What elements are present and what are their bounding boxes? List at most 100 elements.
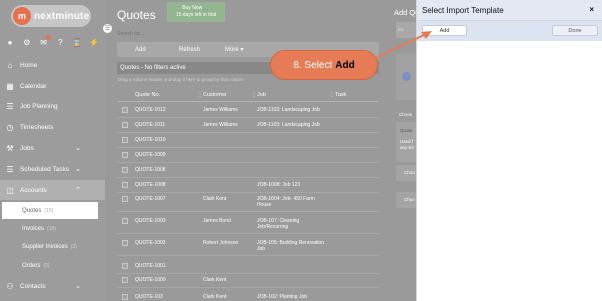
user-icon[interactable]: ● [4, 38, 16, 47]
subitem-label: Orders [22, 262, 41, 269]
row-checkbox[interactable] [122, 240, 128, 246]
dialog-header: Select Import Template × [417, 0, 602, 21]
sidebar-subitem-orders[interactable]: Orders (2) [0, 257, 105, 274]
sidebar-item-scheduled-tasks[interactable]: ☰ Scheduled Tasks ⌄ [0, 159, 105, 179]
table-row[interactable]: QUOTE-1008 [117, 163, 379, 178]
cell-customer: Clark Kent [203, 294, 227, 300]
cell-job-continued: House [257, 202, 272, 208]
table-row[interactable]: QUOTE-1003 James Bond JOB-107: Cleaning Job… [117, 214, 379, 234]
sidebar-subitem-supplier-invoices[interactable]: Supplier Invoices (2) [0, 238, 105, 255]
sidebar-collapse-button[interactable]: ☰ [103, 24, 112, 33]
quote-label: Quote [400, 128, 413, 133]
menu-icon: ☰ [104, 26, 111, 32]
row-checkbox[interactable] [122, 196, 128, 202]
column-header-job[interactable]: Job [257, 92, 266, 98]
main-content: Quotes Buy Now 🛒 15 days left in trial A… [105, 0, 390, 301]
sidebar-item-calendar[interactable]: ▦ Calendar [0, 76, 105, 96]
cell-customer: Clark Kent [203, 196, 227, 202]
app-logo[interactable]: m nextminute [11, 5, 91, 27]
sidebar-item-timesheets[interactable]: ◷ Timesheets [0, 117, 105, 137]
hourglass-icon[interactable]: ⌛ [71, 38, 83, 47]
sidebar-subitem-quotes[interactable]: Quotes (15) [2, 202, 98, 219]
add-quote-panel: Add Qu Ba Choos Quote Used f any Es Choo… [390, 0, 419, 301]
panel-tab-label[interactable]: Ba [398, 27, 404, 33]
buy-now-button[interactable]: Buy Now 🛒 15 days left in trial [167, 2, 225, 22]
cell-customer: Robert Johnson [203, 240, 239, 246]
sidebar-item-label: Contacts [20, 282, 46, 290]
tasks-icon: ☰ [6, 164, 14, 174]
table-row[interactable]: QUOTE-1000 Clark Kent [117, 273, 379, 288]
sidebar-item-label: Timesheets [20, 123, 54, 131]
cell-quote-no: QUOTE-1008 [135, 167, 166, 173]
cell-customer: James Williams [203, 107, 238, 113]
row-checkbox[interactable] [122, 277, 128, 283]
sidebar-item-accounts[interactable]: ◫ Accounts ⌃ [0, 180, 105, 200]
column-header-quote-no[interactable]: Quote No. [135, 92, 160, 98]
table-row[interactable]: QUOTE-1007 Clark Kent JOB-1004: Job- 450 F… [117, 192, 379, 212]
buy-now-label: Buy Now 🛒 [182, 5, 210, 11]
table-row[interactable]: QUOTE-1002 Robert Johnson JOB-105: Buildin… [117, 236, 379, 256]
chevron-up-icon: ⌃ [75, 187, 81, 194]
table-row[interactable]: QUOTE-103 Clark Kent JOB-102: Planting Job [117, 290, 379, 301]
table-row[interactable]: QUOTE-1001 [117, 259, 379, 274]
sidebar: m nextminute ● ⚙ ✉ ? ⌛ ⚡ ⌂ Home ▦ Calend… [0, 0, 105, 301]
row-checkbox[interactable] [122, 218, 128, 224]
more-button[interactable]: More ▾ [225, 46, 243, 53]
row-checkbox[interactable] [122, 263, 128, 269]
choose-option-1[interactable]: Choo [396, 165, 418, 181]
hammer-icon: ⚒ [6, 143, 14, 153]
table-row[interactable]: QUOTE-1009 [117, 148, 379, 163]
table-row[interactable]: QUOTE-1008 JOB-1008: Job 123 [117, 178, 379, 193]
row-checkbox[interactable] [122, 294, 128, 300]
subitem-count: (2) [70, 243, 77, 250]
document-icon: ◫ [6, 185, 14, 195]
refresh-button[interactable]: Refresh [179, 47, 200, 53]
close-icon[interactable]: × [589, 5, 594, 14]
callout-emphasis: Add [335, 59, 355, 71]
row-checkbox[interactable] [122, 182, 128, 188]
subitem-count: (10) [47, 225, 56, 232]
list-icon: ☰ [6, 101, 14, 111]
chevron-down-icon: ⌄ [75, 145, 81, 152]
table-row[interactable]: QUOTE-1012 James Williams JOB-1103: Landsc… [117, 103, 379, 118]
cell-quote-no: QUOTE-1007 [135, 196, 166, 202]
subitem-count: (15) [44, 207, 54, 214]
help-icon[interactable]: ? [54, 38, 66, 47]
sidebar-subitem-invoices[interactable]: Invoices (10) [0, 220, 105, 237]
mail-icon[interactable]: ✉ [38, 34, 51, 47]
sidebar-item-jobs[interactable]: ⚒ Jobs ⌄ [0, 138, 105, 158]
table-row[interactable]: QUOTE-1011 James Williams JOB-1103: Landsc… [117, 118, 379, 133]
group-by-hint: Drag a column header and drop it here to… [118, 77, 244, 82]
row-checkbox[interactable] [122, 167, 128, 173]
gear-icon[interactable]: ⚙ [21, 38, 33, 47]
row-checkbox[interactable] [122, 152, 128, 158]
table-header: Quote No. ⋮ Customer ⋮ Job ⋮ Task [117, 89, 379, 102]
dialog-add-button[interactable]: Add [422, 25, 467, 36]
dialog-done-button[interactable]: Done [552, 25, 598, 36]
add-button[interactable]: Add [135, 47, 146, 53]
sidebar-item-home[interactable]: ⌂ Home [0, 55, 105, 75]
callout-text: 8. Select [293, 59, 333, 71]
bolt-icon[interactable]: ⚡ [88, 38, 100, 47]
choose-option-2[interactable]: Choo [396, 192, 418, 208]
cell-quote-no: QUOTE-1003 [135, 218, 166, 224]
select-import-template-dialog: Select Import Template × Add Done [416, 0, 602, 301]
cell-quote-no: QUOTE-103 [135, 294, 163, 300]
cell-quote-no: QUOTE-1011 [135, 122, 166, 128]
sidebar-item-contacts[interactable]: ⚇ Contacts ⌄ [0, 276, 105, 296]
people-icon: ⚇ [6, 281, 14, 291]
row-checkbox[interactable] [122, 137, 128, 143]
row-checkbox[interactable] [122, 122, 128, 128]
sidebar-item-label: Jobs [20, 144, 34, 152]
column-header-task[interactable]: Task [335, 92, 346, 98]
sidebar-item-label: Accounts [20, 186, 47, 194]
row-checkbox[interactable] [122, 107, 128, 113]
chevron-down-icon: ⌄ [75, 166, 81, 173]
search-input[interactable] [117, 30, 379, 38]
clock-icon: ◷ [6, 122, 14, 132]
choose-label: Choos [399, 112, 413, 117]
sidebar-item-label: Home [20, 61, 38, 69]
column-header-customer[interactable]: Customer [203, 92, 227, 98]
table-row[interactable]: QUOTE-1010 [117, 133, 379, 148]
sidebar-item-job-planning[interactable]: ☰ Job Planning [0, 96, 105, 116]
